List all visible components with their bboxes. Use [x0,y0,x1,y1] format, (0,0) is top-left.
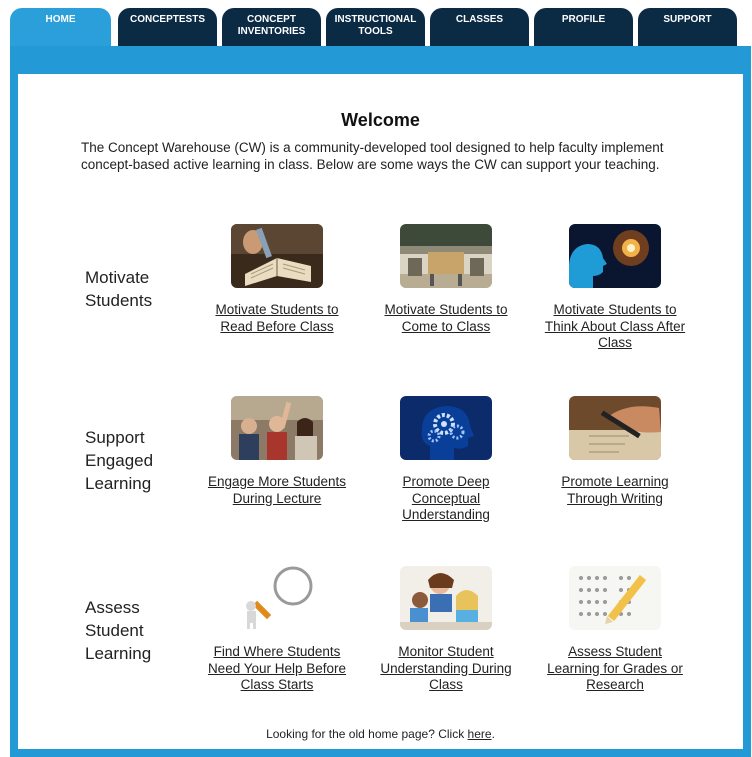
page-title: Welcome [341,110,420,130]
thinking-silhouette-image [569,224,661,288]
answer-sheet-pencil-image [569,566,661,630]
link-monitor-understanding[interactable]: Monitor Student Understanding During Cla… [371,644,521,694]
page: HOME CONCEPTESTS CONCEPT INVENTORIES INST… [0,0,752,757]
card-think-after-class: Motivate Students to Think About Class A… [540,224,690,352]
footer-note: Looking for the old home page? Click her… [266,727,495,741]
card-find-help: Find Where Students Need Your Help Befor… [202,566,352,694]
content-panel: Welcome The Concept Warehouse (CW) is a … [18,74,743,749]
brain-gears-image [400,396,492,460]
classroom-desk-image [400,224,492,288]
section-label-assess: Assess Student Learning [85,598,152,663]
link-deep-understanding[interactable]: Promote Deep Conceptual Understanding [371,474,521,524]
card-come-to-class: Motivate Students to Come to Class [371,224,521,335]
link-learning-writing[interactable]: Promote Learning Through Writing [540,474,690,507]
raised-hands-image [231,396,323,460]
link-think-after-class[interactable]: Motivate Students to Think About Class A… [540,302,690,352]
tab-support[interactable]: SUPPORT [638,8,737,46]
link-come-to-class[interactable]: Motivate Students to Come to Class [371,302,521,335]
tab-profile[interactable]: PROFILE [534,8,633,46]
main-nav: HOME CONCEPTESTS CONCEPT INVENTORIES INST… [10,8,748,48]
card-engage-students: Engage More Students During Lecture [202,396,352,507]
link-read-before-class[interactable]: Motivate Students to Read Before Class [202,302,352,335]
tab-conceptests[interactable]: CONCEPTESTS [118,8,217,46]
intro-text: The Concept Warehouse (CW) is a communit… [81,140,664,172]
open-book-image [231,224,323,288]
link-assess-learning[interactable]: Assess Student Learning for Grades or Re… [540,644,690,694]
card-read-before-class: Motivate Students to Read Before Class [202,224,352,335]
magnifying-glass-image [231,566,323,630]
tab-instructional-tools[interactable]: INSTRUCTIONAL TOOLS [326,8,425,46]
tab-concept-inventories[interactable]: CONCEPT INVENTORIES [222,8,321,46]
section-label-motivate: Motivate Students [85,268,153,310]
card-learning-writing: Promote Learning Through Writing [540,396,690,507]
students-studying-image [400,566,492,630]
section-label-engaged: Support Engaged Learning [85,428,154,493]
card-monitor-understanding: Monitor Student Understanding During Cla… [371,566,521,694]
link-find-help[interactable]: Find Where Students Need Your Help Befor… [202,644,352,694]
card-assess-learning: Assess Student Learning for Grades or Re… [540,566,690,694]
pen-writing-image [569,396,661,460]
link-engage-students[interactable]: Engage More Students During Lecture [202,474,352,507]
old-home-link[interactable]: here [468,727,492,741]
tab-home[interactable]: HOME [10,8,111,48]
tab-classes[interactable]: CLASSES [430,8,529,46]
card-deep-understanding: Promote Deep Conceptual Understanding [371,396,521,524]
